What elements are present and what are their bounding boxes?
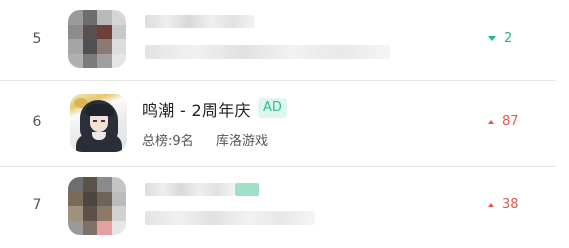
rank-change-down: 2 <box>488 31 548 46</box>
rank-change-value: 38 <box>502 197 519 212</box>
blurred-app-title <box>145 183 235 196</box>
blurred-app-icon[interactable] <box>68 177 126 235</box>
blurred-app-icon[interactable] <box>68 10 126 68</box>
rank-number: 5 <box>32 31 42 47</box>
chart-rank-label: 总榜:9名 <box>142 134 194 149</box>
app-title[interactable]: 鸣潮 - 2周年庆 <box>142 97 251 121</box>
wuthering-waves-icon[interactable] <box>70 94 127 152</box>
down-arrow-icon <box>488 36 496 41</box>
rank-change-value: 87 <box>502 114 519 129</box>
blurred-app-title <box>145 15 255 28</box>
rank-row-5[interactable]: 5 2 <box>0 0 556 80</box>
rank-number: 7 <box>32 197 42 213</box>
up-arrow-icon <box>488 202 494 207</box>
blurred-badge <box>235 183 259 196</box>
blurred-app-subtitle <box>145 211 315 225</box>
publisher-link[interactable]: 库洛游戏 <box>216 130 268 149</box>
rank-row-6[interactable]: 6 <box>0 80 556 166</box>
blurred-app-subtitle <box>145 45 390 59</box>
rank-number: 6 <box>32 114 42 130</box>
rank-change-value: 2 <box>504 31 513 46</box>
rank-row-7[interactable]: 7 38 <box>0 166 556 248</box>
ad-badge: AD <box>258 98 287 118</box>
rank-change-up: 87 <box>488 114 548 129</box>
up-arrow-icon <box>488 119 494 124</box>
rank-change-up: 38 <box>488 197 548 212</box>
